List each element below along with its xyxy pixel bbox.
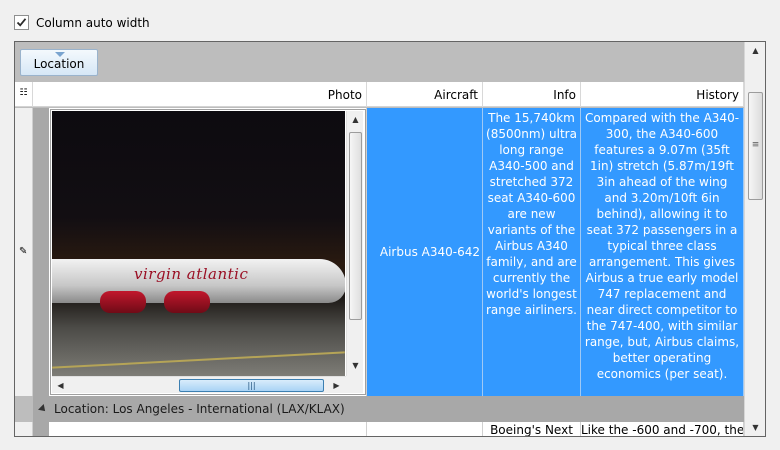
scroll-down-arrow-icon[interactable]: ▼ [347, 357, 364, 374]
column-auto-width-label: Column auto width [36, 15, 150, 30]
photo-horizontal-scrollbar[interactable]: ◀ ||| ▶ [52, 376, 346, 393]
taxiway-line [52, 351, 345, 369]
group-row-location[interactable]: Location: Los Angeles - International (L… [33, 396, 744, 422]
column-auto-width-checkbox[interactable] [14, 15, 29, 30]
cell-aircraft[interactable] [367, 422, 483, 436]
collapse-triangle-icon[interactable] [38, 404, 48, 414]
column-header-history[interactable]: History [581, 82, 744, 107]
data-grid: Location ☷ Photo Aircraft Info History ✎… [14, 41, 766, 437]
engine-shape [164, 291, 210, 313]
sort-arrow-icon [55, 52, 65, 57]
cell-history[interactable]: Compared with the A340-300, the A340-600… [581, 108, 744, 396]
grid-vertical-scrollbar[interactable]: ▲ ≡ ▼ [744, 42, 765, 436]
table-row[interactable]: Boeing's Next Like the -600 and -700, th… [15, 422, 744, 436]
aircraft-photo: virgin atlantic [52, 111, 345, 376]
pencil-icon: ✎ [19, 246, 28, 257]
cell-info[interactable]: Boeing's Next [483, 422, 581, 436]
cell-info[interactable]: The 15,740km (8500nm) ultra long range A… [483, 108, 581, 396]
grid-vertical-scroll-thumb[interactable]: ≡ [748, 92, 763, 200]
row-indicator[interactable] [15, 422, 33, 436]
group-by-panel: Location [15, 42, 744, 82]
group-by-location-button[interactable]: Location [20, 49, 98, 76]
group-indent [33, 108, 49, 396]
group-row-label: Location: Los Angeles - International (L… [54, 402, 345, 416]
column-auto-width-option[interactable]: Column auto width [14, 15, 150, 30]
photo-cell[interactable]: virgin atlantic ▲ ▼ ◀ ||| ▶ [49, 108, 367, 396]
column-chooser-icon[interactable]: ☷ [15, 82, 33, 107]
scroll-right-arrow-icon[interactable]: ▶ [328, 377, 345, 394]
scroll-left-arrow-icon[interactable]: ◀ [52, 377, 69, 394]
column-header-aircraft[interactable]: Aircraft [367, 82, 483, 107]
row-indicator[interactable]: ✎ [15, 108, 33, 396]
column-header-info[interactable]: Info [483, 82, 581, 107]
engine-shape [100, 291, 146, 313]
photo-viewer: virgin atlantic ▲ ▼ ◀ ||| ▶ [50, 109, 366, 395]
scroll-up-arrow-icon[interactable]: ▲ [745, 42, 765, 59]
cell-photo[interactable] [49, 422, 367, 436]
photo-horizontal-scroll-thumb[interactable]: ||| [179, 379, 324, 392]
scroll-up-arrow-icon[interactable]: ▲ [347, 111, 364, 128]
check-icon [16, 18, 27, 27]
group-indent [33, 422, 49, 436]
scroll-corner [346, 376, 363, 393]
scroll-down-arrow-icon[interactable]: ▼ [745, 419, 765, 436]
group-by-location-label: Location [33, 57, 85, 71]
cell-aircraft[interactable]: Airbus A340-642 [367, 108, 483, 396]
photo-vertical-scroll-thumb[interactable] [349, 132, 362, 320]
cell-history[interactable]: Like the -600 and -700, the [581, 422, 744, 436]
column-header-photo[interactable]: Photo [33, 82, 367, 107]
photo-vertical-scrollbar[interactable]: ▲ ▼ [346, 111, 363, 376]
column-header-row: ☷ Photo Aircraft Info History [15, 82, 744, 107]
aircraft-livery-text: virgin atlantic [134, 265, 249, 283]
